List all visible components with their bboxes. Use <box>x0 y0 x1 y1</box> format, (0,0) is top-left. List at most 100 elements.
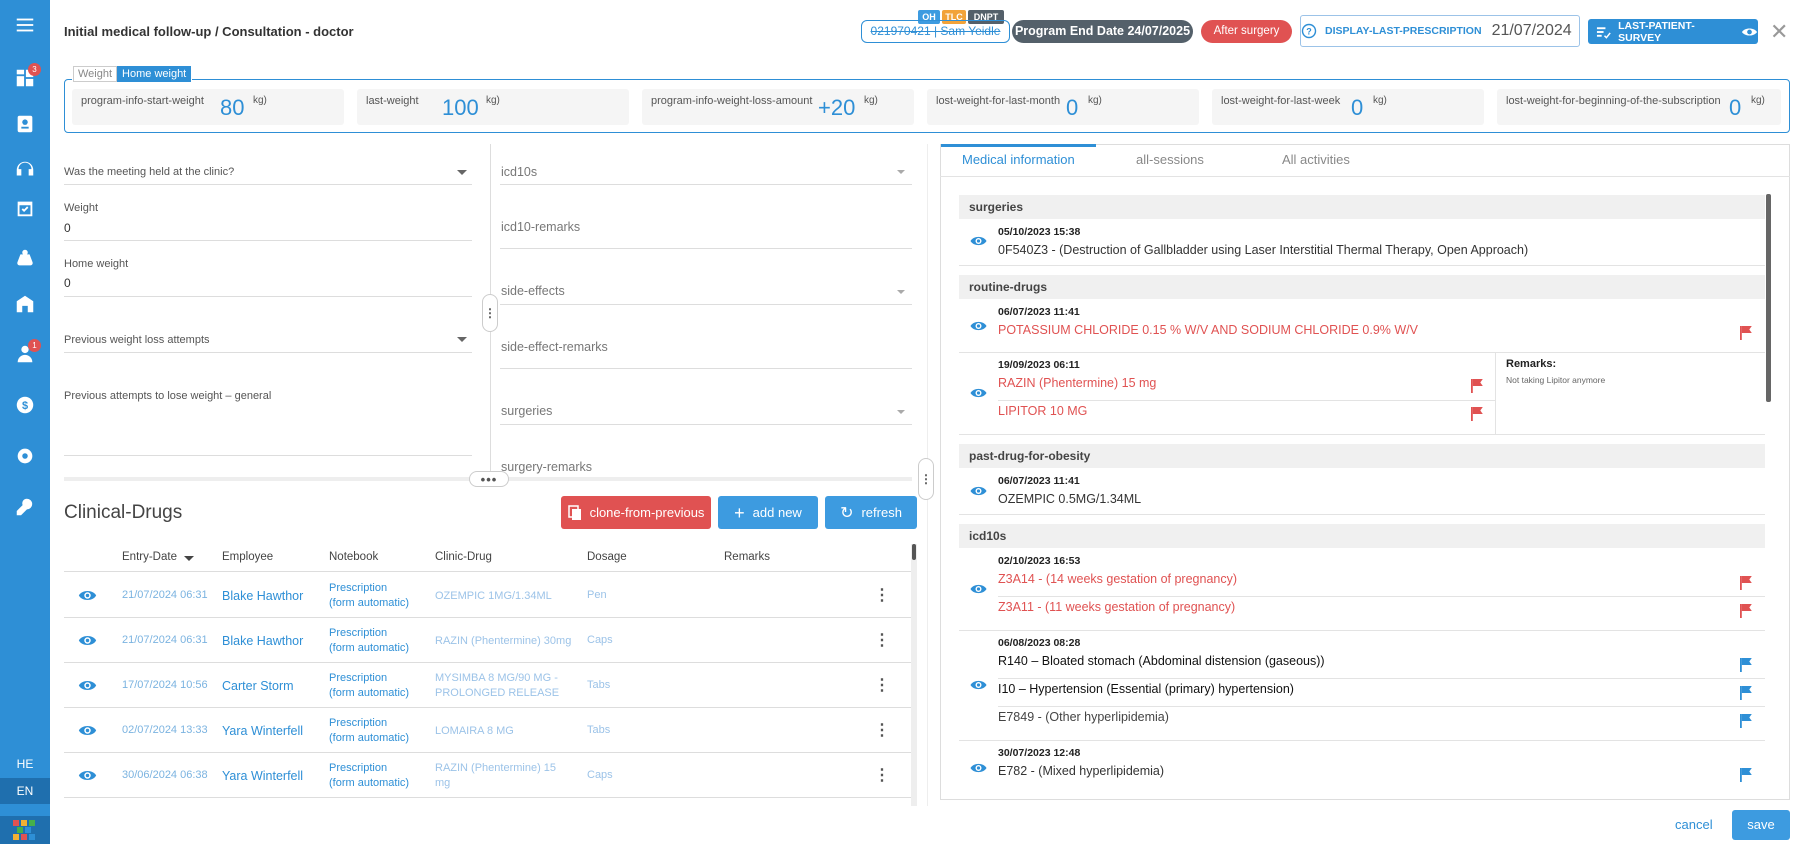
doctor-icon[interactable]: 1 <box>0 339 50 369</box>
col-dosage[interactable]: Dosage <box>587 551 627 563</box>
eye-icon[interactable] <box>78 589 97 605</box>
billing-icon[interactable]: $ <box>0 390 50 420</box>
sort-desc-icon[interactable] <box>184 556 194 561</box>
more-options-icon[interactable]: ⋮ <box>874 675 890 695</box>
tab-weight[interactable]: Weight <box>73 66 118 82</box>
chevron-down-icon[interactable] <box>897 170 905 174</box>
home-weight-label: Home weight <box>64 258 129 270</box>
surgeries-select[interactable]: surgeries <box>501 404 552 418</box>
col-notebook[interactable]: Notebook <box>329 551 378 563</box>
flag-icon[interactable] <box>1739 685 1753 701</box>
eye-icon[interactable] <box>970 583 987 595</box>
add-new-button[interactable]: + add new <box>718 496 818 529</box>
close-icon[interactable]: ✕ <box>1770 19 1788 45</box>
more-options-icon[interactable]: ⋮ <box>874 720 890 740</box>
wrench-icon[interactable] <box>0 492 50 522</box>
headset-icon[interactable] <box>0 155 50 185</box>
notebook-line: (form automatic) <box>329 597 410 609</box>
calendar-icon[interactable] <box>0 193 50 223</box>
col-entry-date[interactable]: Entry-Date <box>122 551 177 563</box>
field-underline <box>64 352 472 353</box>
field-underline <box>64 455 472 456</box>
flag-icon[interactable] <box>1739 575 1753 591</box>
weight-card-label: lost-weight-for-last-week <box>1221 95 1341 107</box>
tab-medical-information[interactable]: Medical information <box>962 152 1075 167</box>
icd10s-select[interactable]: icd10s <box>501 165 537 179</box>
panel-scrollbar[interactable] <box>1766 194 1771 402</box>
notebook-line: Prescription <box>329 717 388 729</box>
chevron-down-icon[interactable] <box>897 290 905 294</box>
dosage-cell: Pen <box>587 589 607 601</box>
meeting-clinic-select[interactable]: Was the meeting held at the clinic? <box>64 166 234 178</box>
tab-home-weight[interactable]: Home weight <box>117 66 192 82</box>
col-clinic-drug[interactable]: Clinic-Drug <box>435 551 492 563</box>
past-drug-entry: OZEMPIC 0.5MG/1.34ML <box>998 492 1142 506</box>
chevron-down-icon[interactable] <box>457 170 467 175</box>
save-button[interactable]: save <box>1732 810 1790 840</box>
col-employee[interactable]: Employee <box>222 551 273 563</box>
chevron-down-icon[interactable] <box>897 410 905 414</box>
eye-icon[interactable] <box>78 634 97 650</box>
col-remarks[interactable]: Remarks <box>724 551 770 563</box>
table-row[interactable]: 30/06/2024 06:38 Yara Winterfell Prescript… <box>64 753 912 798</box>
weight-input[interactable]: 0 <box>64 221 71 235</box>
flag-icon[interactable] <box>1739 767 1753 783</box>
prev-attempts-select[interactable]: Previous weight loss attempts <box>64 334 210 346</box>
resize-handle[interactable]: ⋮ <box>482 294 498 332</box>
eye-icon[interactable] <box>78 769 97 785</box>
resize-handle[interactable]: ⋮ <box>918 458 934 500</box>
eye-icon[interactable] <box>970 485 987 497</box>
dashboard-icon[interactable]: 3 <box>0 63 50 93</box>
prev-attempts-general-textarea[interactable]: Previous attempts to lose weight – gener… <box>64 390 271 402</box>
home-weight-input[interactable]: 0 <box>64 276 71 290</box>
scale-icon[interactable] <box>0 243 50 273</box>
table-row[interactable]: 17/07/2024 10:56 Carter Storm Prescription… <box>64 663 912 708</box>
lang-he[interactable]: HE <box>0 751 50 777</box>
flag-icon[interactable] <box>1739 603 1753 619</box>
side-effect-remarks-input[interactable]: side-effect-remarks <box>501 340 608 354</box>
table-scrollbar[interactable] <box>911 544 917 806</box>
settings-icon[interactable] <box>0 441 50 471</box>
eye-icon[interactable] <box>970 762 987 774</box>
surgery-remarks-input[interactable]: surgery-remarks <box>501 460 592 474</box>
resize-handle[interactable]: ••• <box>469 471 509 487</box>
flag-icon[interactable] <box>1739 657 1753 673</box>
notebook-line: Prescription <box>329 627 388 639</box>
eye-icon[interactable] <box>78 679 97 695</box>
tab-all-sessions[interactable]: all-sessions <box>1136 152 1204 167</box>
building-icon[interactable] <box>0 289 50 319</box>
row-divider <box>959 514 1765 515</box>
last-patient-survey-button[interactable]: LAST-PATIENT-SURVEY <box>1588 19 1758 44</box>
patient-card-icon[interactable] <box>0 109 50 139</box>
lang-en[interactable]: EN <box>0 778 50 804</box>
table-row[interactable]: 21/07/2024 06:31 Blake Hawthor Prescriptio… <box>64 618 912 663</box>
more-options-icon[interactable]: ⋮ <box>874 585 890 605</box>
refresh-icon: ↻ <box>840 504 854 522</box>
table-row[interactable]: 21/07/2024 06:31 Blake Hawthor Prescriptio… <box>64 573 912 618</box>
cancel-button[interactable]: cancel <box>1675 817 1713 832</box>
flag-icon[interactable] <box>1470 378 1484 394</box>
icd10-remarks-input[interactable]: icd10-remarks <box>501 220 580 234</box>
menu-icon[interactable] <box>0 10 50 40</box>
display-last-prescription[interactable]: ? DISPLAY-LAST-PRESCRIPTION 21/07/2024 <box>1300 15 1580 47</box>
flag-icon[interactable] <box>1739 325 1753 341</box>
eye-icon[interactable] <box>78 724 97 740</box>
flag-icon[interactable] <box>1470 406 1484 422</box>
refresh-button[interactable]: ↻ refresh <box>825 496 917 529</box>
tab-all-activities[interactable]: All activities <box>1282 152 1350 167</box>
eye-icon[interactable] <box>970 235 987 247</box>
flag-icon[interactable] <box>1739 713 1753 729</box>
patient-id-link[interactable]: 021970421 | Sam Yeidle <box>861 20 1010 43</box>
side-effects-select[interactable]: side-effects <box>501 284 565 298</box>
eye-icon[interactable] <box>970 679 987 691</box>
table-row[interactable]: 02/07/2024 13:33 Yara Winterfell Prescript… <box>64 708 912 753</box>
row-divider <box>959 630 1765 631</box>
more-options-icon[interactable]: ⋮ <box>874 765 890 785</box>
active-tab-indicator <box>941 144 1096 147</box>
eye-icon[interactable] <box>970 387 987 399</box>
eye-icon[interactable] <box>970 320 987 332</box>
notebook-cell: Prescription (form automatic) <box>329 581 409 611</box>
clone-from-previous-button[interactable]: clone-from-previous <box>561 496 711 529</box>
more-options-icon[interactable]: ⋮ <box>874 630 890 650</box>
chevron-down-icon[interactable] <box>457 337 467 342</box>
